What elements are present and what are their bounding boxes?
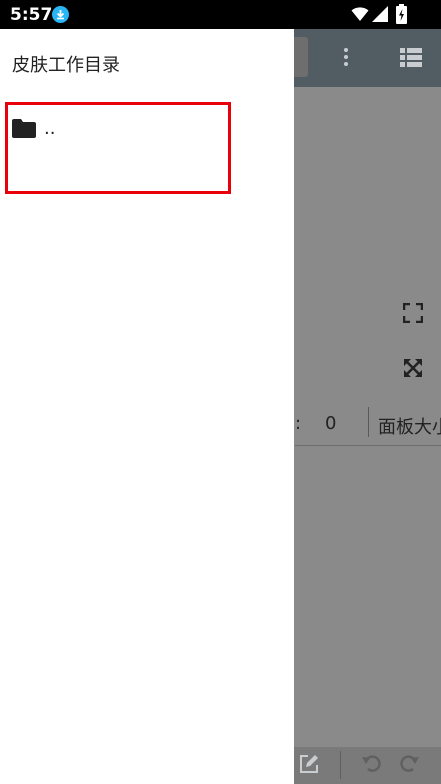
expand-icon[interactable] [403,358,423,378]
fullscreen-icon[interactable] [403,303,423,323]
signal-icon [372,6,388,22]
redo-icon[interactable] [398,753,420,775]
wifi-icon [351,7,369,21]
panel-size-label: 面板大小 [378,417,441,438]
status-time: 5:57 [10,5,53,25]
highlight-box [5,102,231,194]
download-icon [52,6,69,23]
battery-charging-icon [396,4,407,24]
info-colon: : [295,413,302,434]
more-options-icon[interactable] [338,47,354,69]
skin-directory-drawer: 皮肤工作目录 .. [0,29,294,784]
list-view-icon[interactable] [400,47,422,67]
edit-icon[interactable] [298,753,320,775]
status-bar: 5:57 [0,0,441,29]
drawer-title: 皮肤工作目录 [12,55,120,76]
toolbar-separator [340,751,341,779]
info-value: 0 [325,413,337,434]
undo-icon[interactable] [361,753,383,775]
info-row: : 0 面板大小 [295,401,441,446]
info-separator [368,407,369,437]
